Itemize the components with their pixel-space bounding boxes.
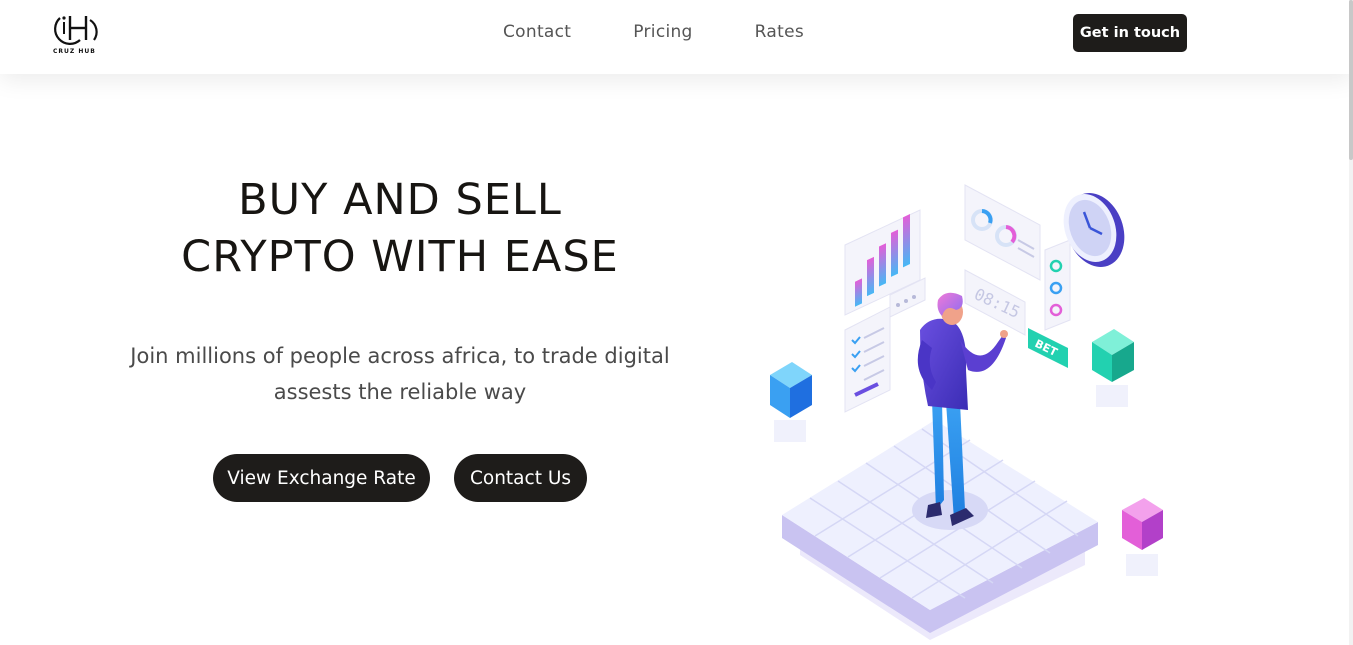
hero-title: BUY AND SELL CRYPTO WITH EASE xyxy=(100,172,700,286)
view-exchange-rate-button[interactable]: View Exchange Rate xyxy=(213,454,430,502)
checklist-panel-icon xyxy=(844,306,891,413)
rings-panel-icon xyxy=(1044,239,1071,331)
teal-cube-icon xyxy=(1092,329,1134,407)
logo-text: CRUZ HUB xyxy=(53,48,96,55)
cruz-hub-logo-icon xyxy=(54,16,98,45)
nav-link-pricing[interactable]: Pricing xyxy=(633,22,692,42)
contact-us-button[interactable]: Contact Us xyxy=(454,454,587,502)
nav-links: Contact Pricing Rates xyxy=(503,22,804,42)
nav-link-rates[interactable]: Rates xyxy=(755,22,804,42)
page-scrollbar[interactable] xyxy=(1349,0,1353,645)
scrollbar-thumb[interactable] xyxy=(1349,0,1353,160)
navbar: CRUZ HUB Contact Pricing Rates Get in to… xyxy=(0,0,1353,74)
pink-cube-icon xyxy=(1122,498,1163,576)
time-display-panel: 08:15 xyxy=(964,269,1026,336)
hero-title-line-2: CRYPTO WITH EASE xyxy=(181,232,619,282)
hero-title-line-1: BUY AND SELL xyxy=(238,175,562,225)
hero-illustration: 08:15 BET xyxy=(760,170,1180,645)
isometric-trader-illustration: 08:15 BET xyxy=(770,184,1163,640)
get-in-touch-button[interactable]: Get in touch xyxy=(1073,14,1187,52)
blue-cube-icon xyxy=(770,362,812,442)
person-shadow xyxy=(912,490,988,530)
bet-tag-icon: BET xyxy=(1028,328,1068,368)
hero-subtitle: Join millions of people across africa, t… xyxy=(130,344,670,404)
brand-logo[interactable]: CRUZ HUB xyxy=(50,10,106,56)
donut-chart-panel-icon xyxy=(964,184,1041,281)
nav-link-contact[interactable]: Contact xyxy=(503,22,571,42)
